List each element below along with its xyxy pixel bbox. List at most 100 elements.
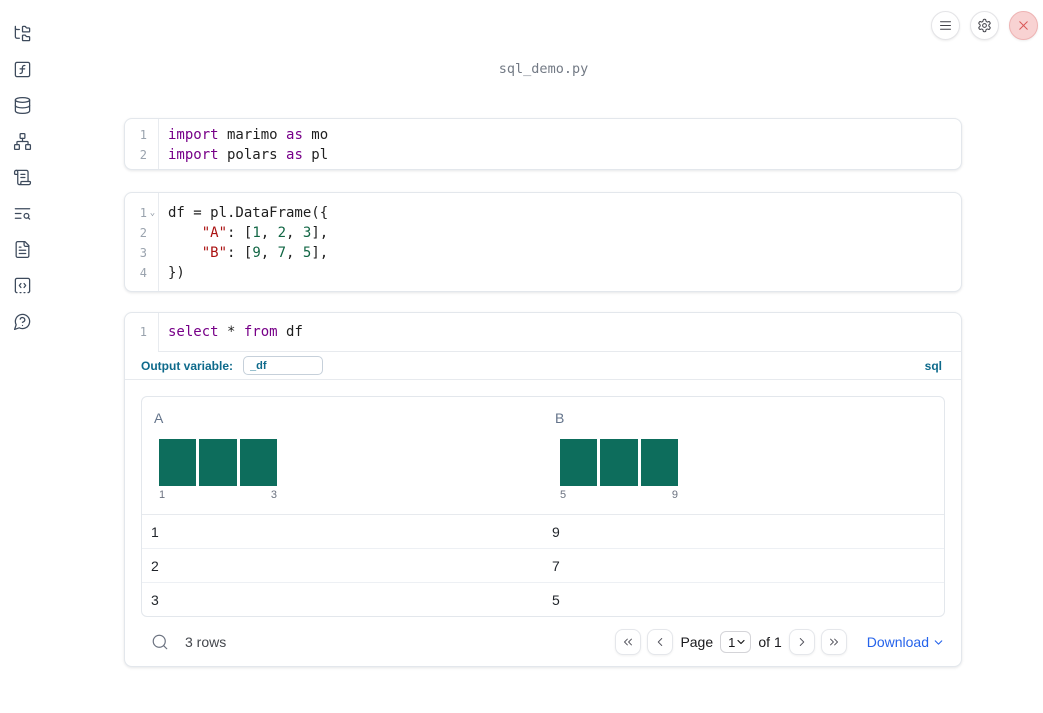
histogram-bar: [159, 439, 197, 486]
table-cell: 3: [151, 591, 159, 608]
gutter-divider: [158, 313, 159, 351]
column-histogram: [560, 439, 678, 486]
code-line[interactable]: 4}): [125, 263, 961, 283]
next-page-button[interactable]: [788, 629, 815, 655]
histogram-bar: [239, 439, 277, 486]
column-header: A 13: [142, 397, 543, 514]
line-number: 2: [139, 226, 147, 240]
code-editor[interactable]: 1 ⌄ df = pl.DataFrame({2 "A": [1, 2, 3], 3 …: [125, 203, 961, 283]
table-cell: 1: [151, 523, 159, 540]
list-search-icon: [14, 207, 30, 220]
help-circle-icon: [13, 313, 30, 330]
table-row[interactable]: 19: [142, 515, 944, 548]
dataframe-table: A13B59 192735: [141, 396, 945, 617]
histogram-bar: [600, 439, 638, 486]
page-select[interactable]: 1: [720, 631, 752, 653]
table-row[interactable]: 35: [142, 582, 944, 616]
histogram-ticks: 13: [159, 489, 277, 501]
pagination: Page 1 of 1 Download: [615, 629, 945, 655]
sql-output-area: A13B59 192735 3 rows Page 1 of 1 Downloa…: [125, 380, 961, 659]
sidebar-item-outputs[interactable]: [4, 159, 40, 195]
search-button[interactable]: [151, 633, 169, 651]
table-cell: 2: [151, 557, 159, 574]
sidebar-item-help[interactable]: [4, 303, 40, 339]
code-text: select * from df: [168, 324, 303, 340]
page-of-label: of 1: [758, 634, 782, 650]
sidebar-item-logs[interactable]: [4, 195, 40, 231]
last-page-button[interactable]: [820, 629, 847, 655]
sidebar-item-data-sources[interactable]: [4, 87, 40, 123]
page-select-value: 1: [728, 634, 736, 650]
sidebar-item-variables[interactable]: [4, 51, 40, 87]
line-number: 1: [139, 128, 147, 142]
left-panel-toolbar: [0, 0, 44, 713]
code-text: import polars as pl: [168, 147, 329, 163]
line-number: 2: [139, 148, 147, 162]
language-badge: sql: [924, 358, 942, 373]
histogram-bar: [640, 439, 678, 486]
first-page-button[interactable]: [615, 629, 642, 655]
gear-icon: [978, 18, 991, 33]
code-editor[interactable]: 1 import marimo as mo 2 import polars as pl: [125, 125, 961, 165]
menu-button[interactable]: [931, 11, 960, 40]
gutter-divider: [158, 193, 159, 291]
line-number: 1: [139, 325, 147, 339]
table-footer: 3 rows Page 1 of 1 Download: [141, 625, 945, 659]
table-row[interactable]: 27: [142, 548, 944, 582]
table-header: A 13 B 59: [142, 397, 944, 515]
sql-code-editor[interactable]: 1 select * from df: [125, 313, 961, 351]
sidebar-item-documentation[interactable]: [4, 231, 40, 267]
column-header: B 59: [543, 397, 944, 514]
sidebar-item-snippets[interactable]: [4, 267, 40, 303]
chevron-left-icon: [658, 638, 663, 646]
code-line[interactable]: 1 import marimo as mo: [125, 125, 961, 145]
code-text: import marimo as mo: [168, 127, 329, 143]
close-button[interactable]: [1009, 11, 1038, 40]
code-line[interactable]: 3 "B": [9, 7, 5],: [125, 243, 961, 263]
code-line[interactable]: 2 import polars as pl: [125, 145, 961, 165]
file-text-icon: [15, 240, 29, 258]
row-count: 3 rows: [185, 634, 227, 650]
line-number: 1: [139, 206, 147, 220]
sidebar-item-file-explorer[interactable]: [4, 15, 40, 51]
column-name[interactable]: A: [154, 409, 163, 427]
download-button[interactable]: Download: [867, 634, 945, 650]
code-line[interactable]: 1 ⌄ df = pl.DataFrame({: [125, 203, 961, 223]
code-cell-dataframe[interactable]: 1 ⌄ df = pl.DataFrame({2 "A": [1, 2, 3], 3 …: [124, 192, 962, 292]
line-number: 3: [139, 246, 147, 260]
folder-tree-icon: [14, 25, 30, 41]
output-variable-input[interactable]: [243, 356, 324, 375]
histogram-bar: [199, 439, 237, 486]
column-name[interactable]: B: [555, 409, 564, 427]
chevrons-left-icon: [624, 638, 633, 646]
sql-options-row: Output variable: sql: [125, 352, 961, 380]
prev-page-button[interactable]: [647, 629, 674, 655]
table-cell: 9: [552, 523, 560, 540]
fold-chevron-icon[interactable]: ⌄: [147, 203, 158, 223]
code-square-icon: [14, 277, 30, 293]
table-body: 192735: [142, 515, 944, 616]
database-icon: [14, 96, 30, 114]
histogram-ticks: 59: [560, 489, 678, 501]
settings-button[interactable]: [970, 11, 999, 40]
hamburger-icon: [940, 21, 951, 30]
histogram-bar: [560, 439, 598, 486]
sidebar-item-dependencies[interactable]: [4, 123, 40, 159]
code-text: "B": [9, 7, 5],: [201, 245, 329, 261]
function-square-icon: [14, 61, 30, 77]
line-number: 4: [139, 266, 147, 280]
code-line[interactable]: 2 "A": [1, 2, 3],: [125, 223, 961, 243]
chevrons-right-icon: [829, 638, 838, 646]
tick-max: 9: [671, 489, 678, 501]
page-label: Page: [680, 634, 714, 650]
code-cell-imports[interactable]: 1 import marimo as mo 2 import polars as pl: [124, 118, 962, 170]
code-text: "A": [1, 2, 3],: [201, 225, 329, 241]
code-line[interactable]: 1 select * from df: [125, 322, 961, 342]
close-icon: [1019, 21, 1028, 30]
table-cell: 5: [552, 591, 560, 608]
